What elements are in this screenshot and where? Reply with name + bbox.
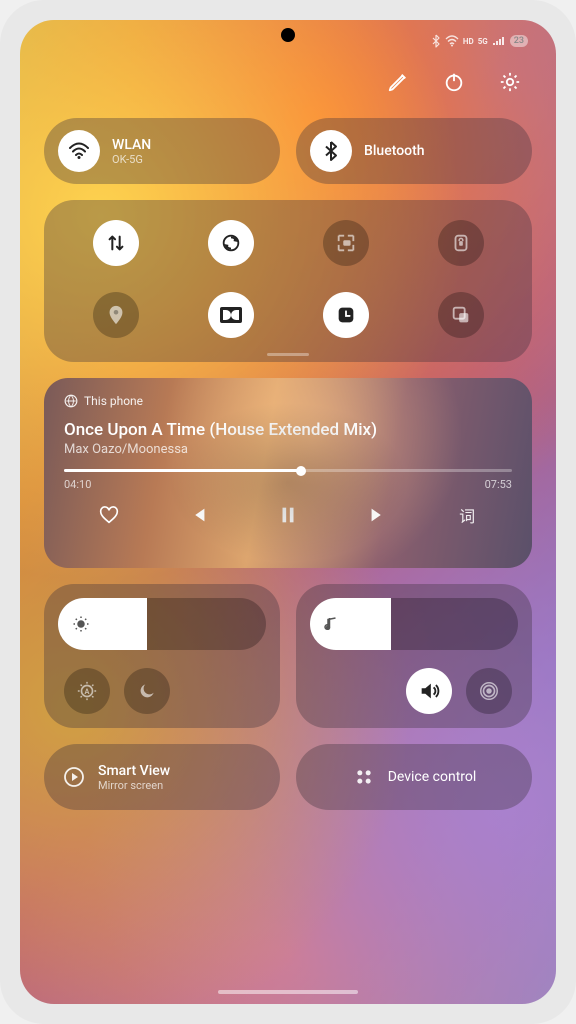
auto-brightness-button[interactable]: A xyxy=(64,668,110,714)
volume-panel xyxy=(296,584,532,728)
camera-cutout xyxy=(281,28,295,42)
header-actions xyxy=(44,68,532,96)
brightness-panel: A xyxy=(44,584,280,728)
bluetooth-icon xyxy=(310,130,352,172)
power-button[interactable] xyxy=(440,68,468,96)
signal-status-icon xyxy=(492,35,506,47)
cast-icon xyxy=(64,394,78,408)
play-pause-button[interactable] xyxy=(272,499,304,531)
toggle-rotation-lock[interactable] xyxy=(438,220,484,266)
toggles-grid xyxy=(44,200,532,362)
device-control-title: Device control xyxy=(388,769,477,785)
screen: HD 5G 23 xyxy=(20,20,556,1004)
network-status-icon: 5G xyxy=(478,37,488,46)
next-button[interactable] xyxy=(362,499,394,531)
toggle-dolby[interactable] xyxy=(208,292,254,338)
battery-status: 23 xyxy=(510,35,528,47)
toggle-clock[interactable] xyxy=(323,292,369,338)
quick-settings-panel: WLAN OK-5G Bluetooth xyxy=(20,20,556,1004)
svg-text:A: A xyxy=(85,687,90,696)
media-source[interactable]: This phone xyxy=(64,394,512,408)
wifi-status-icon xyxy=(445,35,459,47)
media-player-card: This phone Once Upon A Time (House Exten… xyxy=(44,378,532,568)
lyrics-button[interactable]: 词 xyxy=(451,499,483,531)
toggle-location[interactable] xyxy=(93,292,139,338)
toggle-data-transfer[interactable] xyxy=(93,220,139,266)
settings-button[interactable] xyxy=(496,68,524,96)
status-bar: HD 5G 23 xyxy=(431,26,528,56)
hd-status-icon: HD xyxy=(463,37,474,46)
battery-percent: 23 xyxy=(514,36,524,46)
edit-button[interactable] xyxy=(384,68,412,96)
wifi-title: WLAN xyxy=(112,137,151,153)
like-button[interactable] xyxy=(93,499,125,531)
toggle-sync[interactable] xyxy=(208,220,254,266)
sound-button[interactable] xyxy=(406,668,452,714)
smart-view-icon xyxy=(62,765,86,789)
wifi-subtitle: OK-5G xyxy=(112,153,151,166)
grid-expand-handle[interactable] xyxy=(267,353,309,356)
media-source-label: This phone xyxy=(84,394,143,408)
toggle-multi-window[interactable] xyxy=(438,292,484,338)
brightness-slider[interactable] xyxy=(58,598,266,650)
wifi-icon xyxy=(58,130,100,172)
media-duration: 07:53 xyxy=(485,478,512,491)
volume-slider[interactable] xyxy=(310,598,518,650)
media-title: Once Upon A Time (House Extended Mix) xyxy=(64,420,512,440)
smart-view-title: Smart View xyxy=(98,763,170,779)
device-control-icon xyxy=(352,765,376,789)
bluetooth-status-icon xyxy=(431,34,441,48)
wifi-tile[interactable]: WLAN OK-5G xyxy=(44,118,280,184)
media-elapsed: 04:10 xyxy=(64,478,91,491)
note-icon xyxy=(322,615,340,633)
media-progress[interactable] xyxy=(64,469,512,472)
toggle-screen-record[interactable] xyxy=(323,220,369,266)
phone-frame: HD 5G 23 xyxy=(0,0,576,1024)
media-artist: Max Oazo/Moonessa xyxy=(64,442,512,457)
smart-view-tile[interactable]: Smart View Mirror screen xyxy=(44,744,280,810)
previous-button[interactable] xyxy=(182,499,214,531)
vibrate-button[interactable] xyxy=(466,668,512,714)
device-control-tile[interactable]: Device control xyxy=(296,744,532,810)
bluetooth-title: Bluetooth xyxy=(364,143,425,159)
media-controls: 词 xyxy=(64,499,512,531)
bottom-row: Smart View Mirror screen Device control xyxy=(44,744,532,810)
sliders-row: A xyxy=(44,584,532,728)
sun-icon xyxy=(72,615,90,633)
connectivity-row: WLAN OK-5G Bluetooth xyxy=(44,118,532,184)
smart-view-subtitle: Mirror screen xyxy=(98,779,170,792)
bluetooth-tile[interactable]: Bluetooth xyxy=(296,118,532,184)
dark-mode-button[interactable] xyxy=(124,668,170,714)
home-indicator[interactable] xyxy=(218,990,358,994)
